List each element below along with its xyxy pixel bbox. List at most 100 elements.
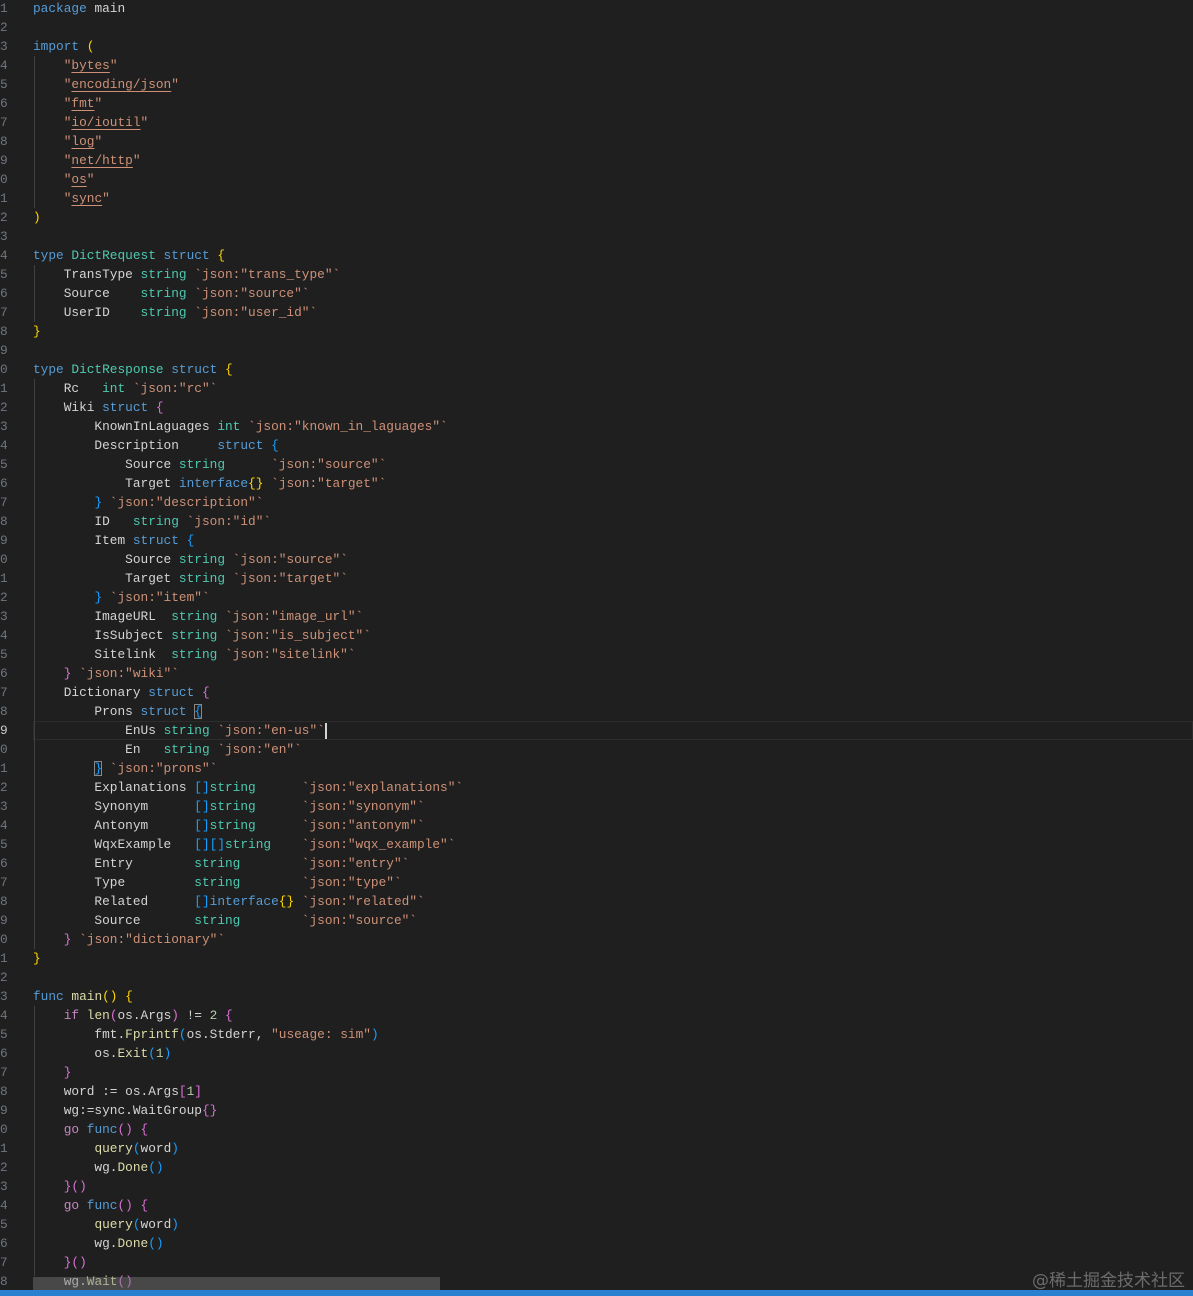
code-line[interactable]: 1 package main (0, 0, 1193, 18)
line-number: 0 (0, 1122, 8, 1137)
code-line[interactable]: 8 Related []interface{} `json:"related"` (0, 892, 1193, 911)
code-line[interactable]: 9 Source string `json:"source"` (0, 911, 1193, 930)
line-number: 2 (0, 780, 8, 795)
code-line[interactable]: 5 "encoding/json" (0, 75, 1193, 94)
code-line[interactable]: 3 func main() { (0, 987, 1193, 1006)
code-line[interactable]: 1 Target string `json:"target"` (0, 569, 1193, 588)
code-line[interactable]: 5 Source string `json:"source"` (0, 455, 1193, 474)
horizontal-scrollbar-thumb[interactable] (33, 1277, 440, 1290)
code-line[interactable]: 0 go func() { (0, 1120, 1193, 1139)
code-line[interactable]: 2 Wiki struct { (0, 398, 1193, 417)
code-line[interactable]: 1 "sync" (0, 189, 1193, 208)
code-line[interactable]: 8} (0, 322, 1193, 341)
code-text: go func() { (33, 1120, 149, 1139)
code-line[interactable]: 8 ID string `json:"id"` (0, 512, 1193, 531)
code-line[interactable]: 3 ImageURL string `json:"image_url"` (0, 607, 1193, 626)
code-text: } (33, 1063, 72, 1082)
code-token: () (117, 1122, 133, 1137)
code-line[interactable]: 0 type DictResponse struct { (0, 360, 1193, 379)
code-token: string (209, 799, 256, 814)
code-line[interactable]: 4 Description struct { (0, 436, 1193, 455)
code-line[interactable]: 9 Item struct { (0, 531, 1193, 550)
code-line[interactable]: 4 IsSubject string `json:"is_subject"` (0, 626, 1193, 645)
code-line[interactable]: 6 } `json:"wiki"` (0, 664, 1193, 683)
code-line[interactable]: 7 Dictionary struct { (0, 683, 1193, 702)
code-line[interactable]: 7 Type string `json:"type"` (0, 873, 1193, 892)
code-token: string (132, 514, 179, 529)
code-line[interactable]: 2 } `json:"item"` (0, 588, 1193, 607)
code-line[interactable]: 8 "log" (0, 132, 1193, 151)
code-line[interactable]: 5 fmt.Fprintf(os.Stderr, "useage: sim") (0, 1025, 1193, 1044)
code-token: " (33, 172, 72, 187)
code-text: } `json:"description"` (33, 493, 263, 512)
code-line[interactable]: 0 } `json:"dictionary"` (0, 930, 1193, 949)
code-line[interactable]: 1} (0, 949, 1193, 968)
code-line[interactable]: 0 "os" (0, 170, 1193, 189)
code-line[interactable]: 3 Synonym []string `json:"synonym"` (0, 797, 1193, 816)
code-line[interactable]: 6 Entry string `json:"entry"` (0, 854, 1193, 873)
code-line[interactable]: 1 query(word) (0, 1139, 1193, 1158)
code-line[interactable]: 1 } `json:"prons"` (0, 759, 1193, 778)
code-line[interactable]: 0 Source string `json:"source"` (0, 550, 1193, 569)
code-token: `json:"explanations"` (255, 780, 464, 795)
code-line[interactable]: 5 WqxExample [][]string `json:"wqx_examp… (0, 835, 1193, 854)
code-line[interactable]: 4 go func() { (0, 1196, 1193, 1215)
code-token: package (33, 1, 87, 16)
code-line[interactable]: 9 "net/http" (0, 151, 1193, 170)
code-line[interactable]: 6 Source string `json:"source"` (0, 284, 1193, 303)
code-line[interactable]: 2 wg.Done() (0, 1158, 1193, 1177)
code-line[interactable]: 9 wg:=sync.WaitGroup{} (0, 1101, 1193, 1120)
code-line[interactable]: 2 (0, 968, 1193, 987)
code-line[interactable]: 2 (0, 18, 1193, 37)
code-token: `json:"item"` (102, 590, 210, 605)
code-token: IsSubject (33, 628, 172, 643)
code-text: ID string `json:"id"` (33, 512, 271, 531)
code-line[interactable]: 3 import ( (0, 37, 1193, 56)
code-line[interactable]: 7 UserID string `json:"user_id"` (0, 303, 1193, 322)
code-token: string (171, 609, 218, 624)
code-line[interactable]: 9 EnUs string `json:"en-us"` (0, 721, 1193, 740)
code-editor[interactable]: 1 package main 2 3 import (4 "bytes" 5 "encod… (0, 0, 1193, 1291)
code-line[interactable]: 6 os.Exit(1) (0, 1044, 1193, 1063)
code-token: Dictionary (33, 685, 149, 700)
line-number: 6 (0, 1236, 8, 1251)
code-line[interactable]: 5 Sitelink string `json:"sitelink"` (0, 645, 1193, 664)
code-token: main (86, 1, 126, 16)
code-line[interactable]: 3 }() (0, 1177, 1193, 1196)
code-token: Source (33, 457, 179, 472)
code-line[interactable]: 4 if len(os.Args) != 2 { (0, 1006, 1193, 1025)
line-number: 9 (0, 723, 8, 738)
indent-guide (34, 379, 35, 949)
code-line[interactable]: 5 TransType string `json:"trans_type"` (0, 265, 1193, 284)
code-token: () (102, 989, 118, 1004)
code-line[interactable]: 1 Rc int `json:"rc"` (0, 379, 1193, 398)
code-line[interactable]: 7 }() (0, 1253, 1193, 1272)
code-text: Source string `json:"source"` (33, 550, 348, 569)
code-line[interactable]: 6 Target interface{} `json:"target"` (0, 474, 1193, 493)
code-text: type DictRequest struct { (33, 246, 225, 265)
code-line[interactable]: 2 Explanations []string `json:"explanati… (0, 778, 1193, 797)
code-line[interactable]: 8 word := os.Args[1] (0, 1082, 1193, 1101)
code-line[interactable]: 6 wg.Done() (0, 1234, 1193, 1253)
code-token: Entry (33, 856, 195, 871)
code-line[interactable]: 0 En string `json:"en"` (0, 740, 1193, 759)
code-token: string (209, 818, 256, 833)
code-line[interactable]: 6 "fmt" (0, 94, 1193, 113)
code-line[interactable]: 7 } `json:"description"` (0, 493, 1193, 512)
code-line[interactable]: 4 "bytes" (0, 56, 1193, 75)
code-line[interactable]: 8 Prons struct { (0, 702, 1193, 721)
code-line[interactable]: 7 "io/ioutil" (0, 113, 1193, 132)
code-line[interactable]: 9 (0, 341, 1193, 360)
code-line[interactable]: 3 (0, 227, 1193, 246)
code-line[interactable]: 7 } (0, 1063, 1193, 1082)
code-token: [] (194, 799, 210, 814)
code-token: `json:"en-us"` (209, 723, 325, 738)
code-line[interactable]: 4 type DictRequest struct { (0, 246, 1193, 265)
code-line[interactable]: 4 Antonym []string `json:"antonym"` (0, 816, 1193, 835)
code-line[interactable]: 2) (0, 208, 1193, 227)
code-line[interactable]: 5 query(word) (0, 1215, 1193, 1234)
code-line[interactable]: 3 KnownInLaguages int `json:"known_in_la… (0, 417, 1193, 436)
